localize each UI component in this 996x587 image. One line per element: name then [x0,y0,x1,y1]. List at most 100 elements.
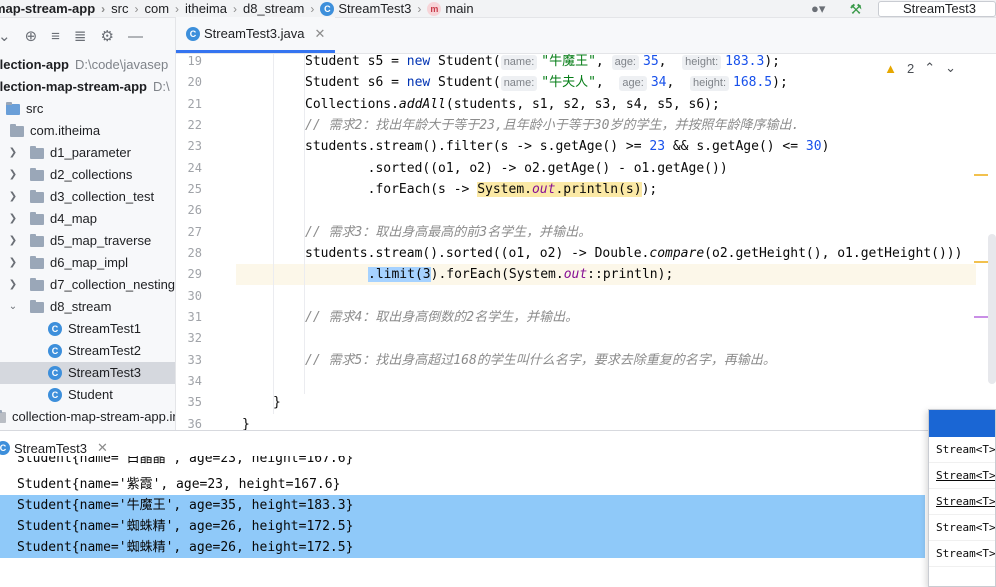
collapse-all-icon[interactable]: ≣ [74,27,87,45]
tree-item-d6-map-impl[interactable]: ❯ d6_map_impl [6,252,128,274]
line-number: 20 [187,75,202,89]
code-token: ).forEach(System. [430,267,564,282]
breadcrumb-project[interactable]: map-stream-app › [0,1,111,16]
tree-item-label: llection-app [0,57,69,72]
code-line-31: // 需求4：取出身高倒数的2名学生，并输出。 [305,310,579,325]
inspection-widget[interactable]: ▲ 2 ⌃ ⌄ [884,60,956,76]
tree-item-src[interactable]: src [6,98,43,120]
breadcrumb-class-label: StreamTest3 [338,1,412,16]
tree-item-path: D:\ [152,79,170,94]
line-number: 30 [187,289,202,303]
breadcrumb-method[interactable]: m main [427,1,474,16]
warning-count: 2 [906,60,915,76]
chevron-right-icon: › [175,1,180,16]
navigation-bar: map-stream-app › src › com › itheima › d8_st… [0,0,996,18]
code-token: ); [772,75,788,90]
chevron-right-icon[interactable]: ❯ [6,252,20,274]
tree-item-iml-file[interactable]: collection-map-stream-app.iml [0,406,175,428]
tree-item-streamtest3[interactable]: C StreamTest3 [0,362,175,384]
tree-item-streamtest2[interactable]: C StreamTest2 [48,340,141,362]
tab-streamtest3-java[interactable]: C StreamTest3.java ✕ [176,17,336,53]
tree-item-project-collection-app[interactable]: llection-app D:\code\javasep [0,54,168,76]
tree-item-d1-parameter[interactable]: ❯ d1_parameter [6,142,131,164]
scroll-marker-todo[interactable] [974,316,988,318]
code-token: ) [821,139,830,154]
code-editor[interactable]: 19 20 21 22 23 24 25 26 27 28 29 30 31 3… [176,54,996,430]
scroll-marker-warning[interactable] [974,261,988,263]
completion-item[interactable]: Stream<T> [929,437,995,463]
run-config-select[interactable]: StreamTest3 [878,1,996,17]
expand-all-icon[interactable]: ≡ [51,28,60,45]
editor-scrollbar[interactable] [988,234,996,384]
crosshair-icon[interactable]: ⊕ [25,27,38,45]
breadcrumb-src[interactable]: src › [111,1,144,16]
toolbar-right: ●▾ ⚒ StreamTest3 [811,0,996,18]
line-number: 35 [187,395,202,409]
code-token: 34 [650,75,667,90]
line-number: 24 [187,161,202,175]
gear-icon[interactable]: ⚙ [101,27,114,45]
line-number: 27 [187,225,202,239]
chevron-right-icon[interactable]: ❯ [6,186,20,208]
close-icon[interactable]: ✕ [97,440,108,456]
breadcrumb-com[interactable]: com › [144,1,185,16]
tree-item-student[interactable]: C Student [48,384,113,406]
chevron-up-icon[interactable]: ⌃ [924,60,935,76]
code-line-33: // 需求5：找出身高超过168的学生叫什么名字，要求去除重复的名字，再输出。 [305,353,776,368]
tree-item-d4-map[interactable]: ❯ d4_map [6,208,97,230]
param-hint: height: [682,55,722,70]
breadcrumb-class[interactable]: C StreamTest3 › [320,1,427,16]
code-token: new [406,75,431,90]
tree-item-com-itheima[interactable]: com.itheima [10,120,100,142]
class-icon: C [48,366,62,380]
breadcrumb-itheima[interactable]: itheima › [185,1,243,16]
scroll-marker-warning[interactable] [974,174,988,176]
console-line-selected: Student{name='牛魔王', age=35, height=183.3… [0,495,925,516]
code-line-21: Collections.addAll(students, s1, s2, s3,… [305,94,720,115]
code-line-29: .limit(3).forEach(System.out::println); [368,264,673,285]
class-icon: C [48,322,62,336]
chevron-right-icon[interactable]: ❯ [6,208,20,230]
tree-item-d8-stream[interactable]: ⌄ d8_stream [6,296,112,318]
selected-text: .limit(3 [368,267,431,282]
code-token: out [531,182,556,197]
code-line-24: .sorted((o1, o2) -> o2.getAge() - o1.get… [305,161,728,176]
close-icon[interactable]: ✕ [314,26,325,42]
chevron-right-icon[interactable]: ❯ [6,274,20,296]
tree-item-label: src [26,101,44,116]
tree-item-d2-collections[interactable]: ❯ d2_collections [6,164,133,186]
param-hint: name: [500,76,538,91]
warning-icon[interactable]: ▲ [884,61,897,76]
file-icon [0,409,6,423]
minimize-icon[interactable]: — [128,28,143,45]
tree-item-d7-collection-nesting[interactable]: ❯ d7_collection_nesting [6,274,175,296]
chevron-right-icon[interactable]: ❯ [6,142,20,164]
code-line-19: Student s5 = new Student(name: "牛魔王", age… [305,54,780,72]
popup-selected-row[interactable] [929,410,995,437]
package-icon [30,167,44,181]
tree-item-streamtest1[interactable]: C StreamTest1 [48,318,141,340]
run-panel: C StreamTest3 ✕ Student{name='白晶晶', age=… [0,430,996,587]
completion-item[interactable]: Stream<T> [929,489,995,515]
code-token: Collections. [305,97,399,112]
class-icon: C [48,344,62,358]
class-icon: C [320,1,335,16]
chevron-down-icon[interactable]: ⌄ [945,60,956,76]
class-icon: C [48,388,62,402]
completion-item[interactable]: Stream<T> [929,515,995,541]
chevron-down-icon[interactable]: ⌄ [6,296,20,318]
code-token: , [595,54,612,69]
chevron-right-icon: › [310,1,315,16]
breadcrumb-d8-stream[interactable]: d8_stream › [243,1,320,16]
completion-item[interactable]: Stream<T> [929,541,995,567]
chevron-right-icon[interactable]: ❯ [6,230,20,252]
tree-item-project-stream-app[interactable]: llection-map-stream-app D:\ [0,76,170,98]
tree-item-d3-collection-test[interactable]: ❯ d3_collection_test [6,186,154,208]
completion-item[interactable]: Stream<T> [929,463,995,489]
chevron-down-icon[interactable]: ⌄ [0,27,11,45]
code-token: students.stream().filter(s -> s.getAge()… [305,139,650,154]
hammer-icon[interactable]: ⚒ [849,1,862,18]
chevron-right-icon[interactable]: ❯ [6,164,20,186]
user-icon[interactable]: ●▾ [811,1,825,17]
tree-item-d5-map-traverse[interactable]: ❯ d5_map_traverse [6,230,151,252]
